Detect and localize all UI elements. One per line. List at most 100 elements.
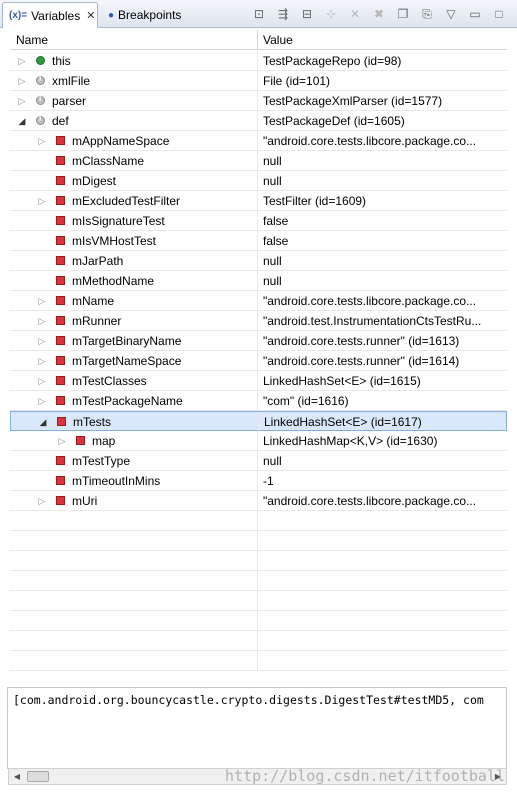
detail-pane[interactable]: [com.android.org.bouncycastle.crypto.dig…	[7, 687, 507, 769]
expand-icon[interactable]: ▷	[36, 294, 48, 308]
expand-icon[interactable]: ▷	[36, 194, 48, 208]
view-tab-bar: (x)= Variables ✕ ● Breakpoints ⊡ ⇶ ⊟ ⊹ ✕ ✖ ❐ ⎘ ▽…	[0, 0, 517, 28]
expand-icon[interactable]: ▷	[36, 494, 48, 508]
tree-row-name-cell: ▷ mRunner	[10, 311, 258, 331]
expand-icon[interactable]: ▷	[36, 394, 48, 408]
expand-icon[interactable]: ▷	[36, 374, 48, 388]
empty-row	[10, 611, 507, 631]
tree-row[interactable]: ▷ mTestPackageName "com" (id=1616)	[10, 391, 507, 411]
collapse-icon[interactable]: ◢	[37, 415, 49, 429]
show-type-names-icon[interactable]: ⊡	[249, 4, 269, 24]
scroll-left-icon[interactable]: ◀	[9, 769, 25, 784]
tree-row[interactable]: ▷ mTestClasses LinkedHashSet<E> (id=1615)	[10, 371, 507, 391]
tree-row[interactable]: mMethodName null	[10, 271, 507, 291]
tree-row-name-cell: mDigest	[10, 171, 258, 191]
variable-name: mAppNameSpace	[72, 134, 170, 148]
private-field-icon	[56, 456, 65, 465]
remove-all-icon[interactable]: ✖	[369, 4, 389, 24]
private-field-icon	[56, 396, 65, 405]
show-logical-structure-icon[interactable]: ⇶	[273, 4, 293, 24]
layout-icon[interactable]: ❐	[393, 4, 413, 24]
variable-value: null	[263, 254, 282, 268]
tree-row-name-cell: ▷ mTargetBinaryName	[10, 331, 258, 351]
variable-value: "com" (id=1616)	[263, 394, 349, 408]
tree-row[interactable]: ▷ xmlFile File (id=101)	[10, 71, 507, 91]
variable-name: mTests	[73, 415, 112, 429]
tree-row[interactable]: mTestType null	[10, 451, 507, 471]
close-icon[interactable]: ✕	[86, 9, 95, 22]
tree-row[interactable]: ▷ parser TestPackageXmlParser (id=1577)	[10, 91, 507, 111]
empty-row	[10, 551, 507, 571]
tree-row-name-cell: ◢ mTests	[11, 412, 259, 432]
empty-row	[10, 631, 507, 651]
private-field-icon	[56, 476, 65, 485]
maximize-icon[interactable]: □	[489, 4, 509, 24]
new-watch-icon[interactable]: ⊹	[321, 4, 341, 24]
tree-row[interactable]: mTimeoutInMins -1	[10, 471, 507, 491]
tree-row[interactable]: ◢ mTests LinkedHashSet<E> (id=1617)	[10, 411, 507, 432]
expand-icon[interactable]: ▷	[36, 334, 48, 348]
variables-tree[interactable]: ▷ this TestPackageRepo (id=98) ▷ xmlFile File…	[10, 51, 507, 681]
tree-row[interactable]: ▷ this TestPackageRepo (id=98)	[10, 51, 507, 71]
field-icon	[36, 74, 45, 85]
scroll-thumb[interactable]	[27, 771, 49, 782]
tree-row[interactable]: mIsSignatureTest false	[10, 211, 507, 231]
empty-cell	[10, 611, 258, 631]
tree-row[interactable]: mDigest null	[10, 171, 507, 191]
view-toolbar: ⊡ ⇶ ⊟ ⊹ ✕ ✖ ❐ ⎘ ▽ ▭ □	[249, 4, 509, 24]
detail-text: [com.android.org.bouncycastle.crypto.dig…	[13, 693, 484, 707]
variable-name: mRunner	[72, 314, 122, 328]
tree-row[interactable]: mIsVMHostTest false	[10, 231, 507, 251]
empty-cell	[10, 551, 258, 571]
collapse-icon[interactable]: ◢	[16, 114, 28, 128]
tree-row[interactable]: mJarPath null	[10, 251, 507, 271]
variable-value: "android.test.InstrumentationCtsTestRu..…	[263, 314, 482, 328]
variable-name: mClassName	[72, 154, 145, 168]
tree-row[interactable]: ▷ mExcludedTestFilter TestFilter (id=1609)	[10, 191, 507, 211]
tree-row-name-cell: ▷ mExcludedTestFilter	[10, 191, 258, 211]
expand-icon[interactable]: ▷	[16, 94, 28, 108]
view-menu-icon[interactable]: ▽	[441, 4, 461, 24]
tree-row[interactable]: ▷ mUri "android.core.tests.libcore.package…	[10, 491, 507, 511]
tree-row[interactable]: ▷ mName "android.core.tests.libcore.packag…	[10, 291, 507, 311]
tree-row[interactable]: ▷ map LinkedHashMap<K,V> (id=1630)	[10, 431, 507, 451]
remove-icon[interactable]: ✕	[345, 4, 365, 24]
tab-breakpoints[interactable]: ● Breakpoints	[102, 2, 198, 28]
column-header-value[interactable]: Value	[258, 30, 507, 50]
expand-icon[interactable]: ▷	[36, 134, 48, 148]
variable-value: LinkedHashSet<E> (id=1615)	[263, 374, 421, 388]
tree-row[interactable]: ▷ mAppNameSpace "android.core.tests.libcor…	[10, 131, 507, 151]
tree-row[interactable]: ◢ def TestPackageDef (id=1605)	[10, 111, 507, 131]
variable-name: map	[92, 434, 116, 448]
expand-icon[interactable]: ▷	[16, 74, 28, 88]
tree-row[interactable]: ▷ mRunner "android.test.InstrumentationCts…	[10, 311, 507, 331]
variable-value: "android.core.tests.libcore.package.co..…	[263, 294, 477, 308]
variable-value: "android.core.tests.libcore.package.co..…	[263, 134, 477, 148]
minimize-icon[interactable]: ▭	[465, 4, 485, 24]
column-header-name[interactable]: Name	[10, 30, 258, 50]
tree-row-name-cell: ▷ map	[10, 431, 258, 451]
tab-breakpoints-label: Breakpoints	[118, 8, 182, 22]
tree-row-name-cell: ▷ parser	[10, 91, 258, 111]
tree-row-name-cell: mMethodName	[10, 271, 258, 291]
tree-row-name-cell: ▷ mTestPackageName	[10, 391, 258, 411]
tree-row[interactable]: mClassName null	[10, 151, 507, 171]
variable-name: def	[52, 114, 69, 128]
watermark: http://blog.csdn.net/itfootball	[225, 767, 505, 785]
empty-row	[10, 571, 507, 591]
variable-name: mJarPath	[72, 254, 124, 268]
tab-variables[interactable]: (x)= Variables ✕	[2, 2, 98, 28]
collapse-all-icon[interactable]: ⊟	[297, 4, 317, 24]
tree-row-name-cell: ▷ mTestClasses	[10, 371, 258, 391]
expand-icon[interactable]: ▷	[36, 354, 48, 368]
tree-row[interactable]: ▷ mTargetNameSpace "android.core.tests.run…	[10, 351, 507, 371]
expand-icon[interactable]: ▷	[36, 314, 48, 328]
variable-value: LinkedHashSet<E> (id=1617)	[264, 415, 422, 429]
tree-row[interactable]: ▷ mTargetBinaryName "android.core.tests.ru…	[10, 331, 507, 351]
pin-icon[interactable]: ⎘	[417, 4, 437, 24]
empty-row	[10, 531, 507, 551]
expand-icon[interactable]: ▷	[56, 434, 68, 448]
variable-name: mTestClasses	[72, 374, 147, 388]
tree-row-name-cell: ▷ mAppNameSpace	[10, 131, 258, 151]
expand-icon[interactable]: ▷	[16, 54, 28, 68]
